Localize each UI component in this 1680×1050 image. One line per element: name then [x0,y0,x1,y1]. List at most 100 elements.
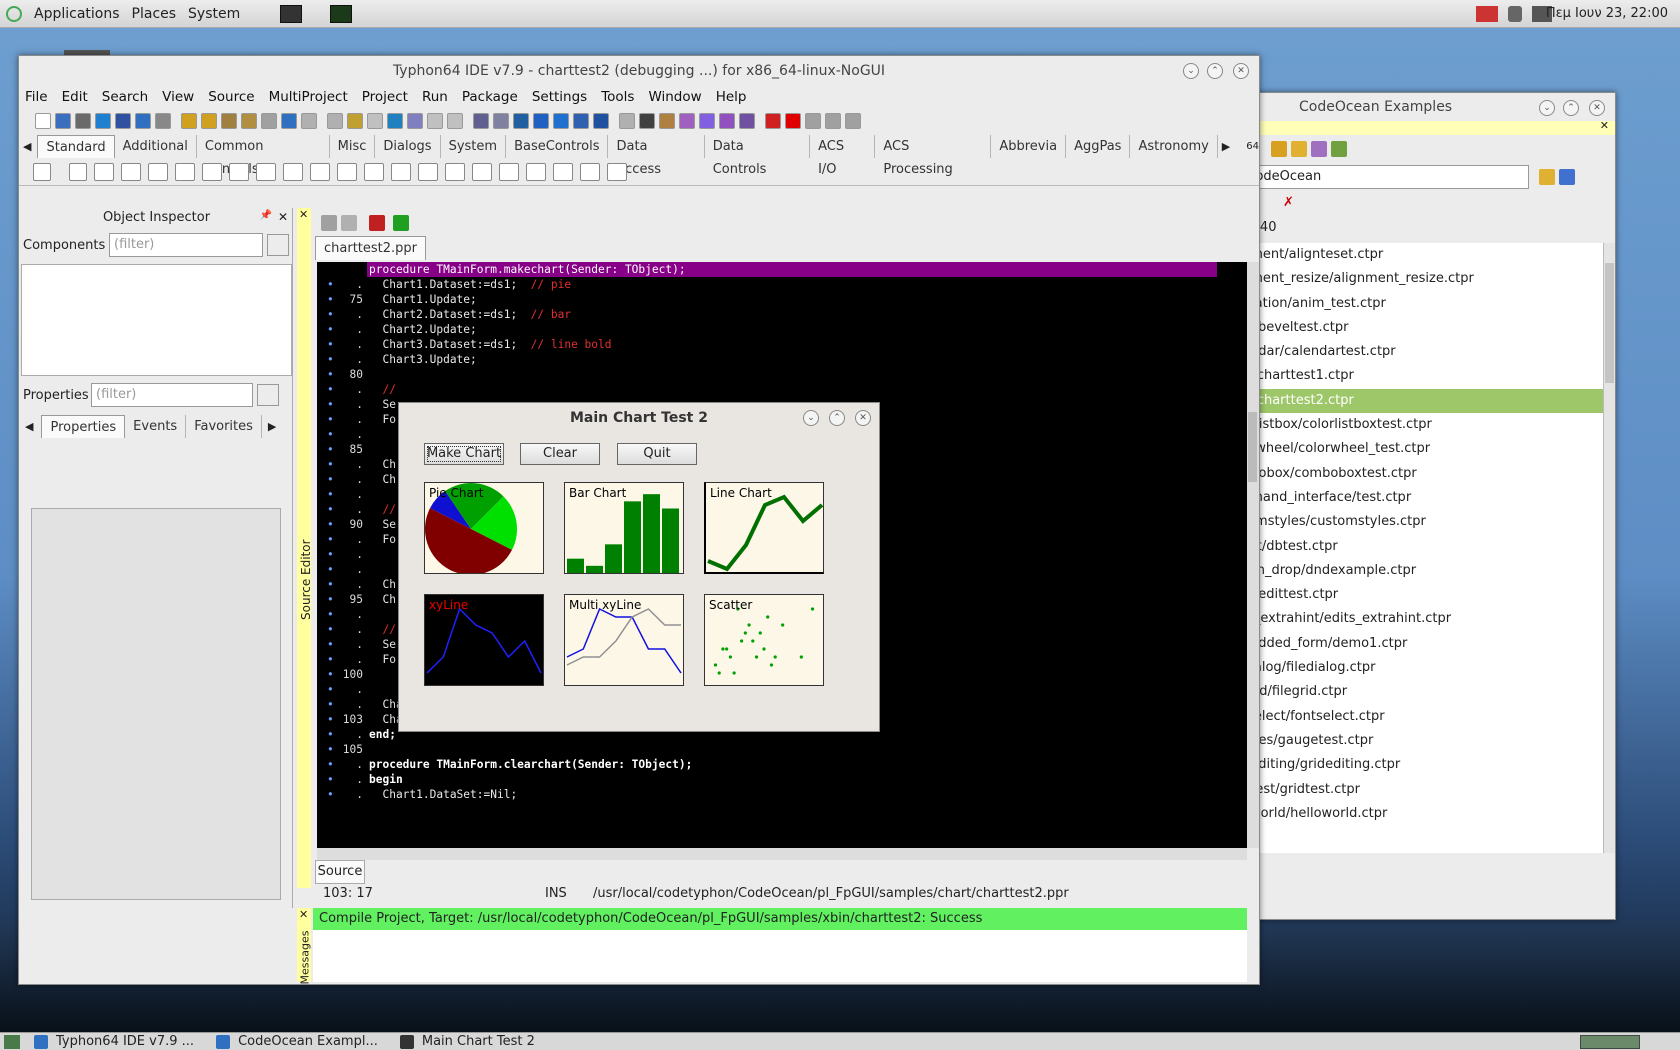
toolbar-icon[interactable] [619,113,635,129]
component-icon[interactable] [391,162,411,181]
pin-icon[interactable]: 📌 [260,210,272,221]
toolbar-icon[interactable] [739,113,755,129]
code-line[interactable]: • 80 [317,367,1207,382]
browse-folder-icon[interactable] [1539,169,1555,185]
distro-logo-icon[interactable] [6,5,22,22]
toolbar-icon[interactable] [407,113,423,129]
toolbar-icon[interactable] [805,113,821,129]
file-list-item[interactable]: dediting/gridediting.ctpr [1239,753,1603,777]
clear-filter-icon[interactable]: ✗ [1283,195,1294,210]
components-tree[interactable] [21,264,292,376]
menu-search[interactable]: Search [102,89,148,105]
toolbar-icon[interactable] [155,113,171,129]
menu-view[interactable]: View [162,89,194,105]
component-icon[interactable] [472,162,492,181]
file-list-item[interactable]: nmand_interface/test.ctpr [1239,486,1603,510]
code-line[interactable]: • . Chart2.Dataset:=ds1; // bar [317,307,1207,322]
breakpoint-dot-icon[interactable]: • [327,337,340,352]
component-icon[interactable] [310,162,330,181]
menu-package[interactable]: Package [462,89,518,105]
breakpoint-dot-icon[interactable]: • [327,457,340,472]
back-arrow-icon[interactable] [369,215,385,231]
breakpoint-dot-icon[interactable]: • [327,502,340,517]
component-icon[interactable] [148,162,168,181]
code-line[interactable]: procedure TMainForm.makechart(Sender: TO… [317,262,1217,277]
tab-common-controls[interactable]: Common Controls [197,134,330,177]
close-icon[interactable]: ✕ [278,210,288,224]
file-list-item[interactable]: est/dbtest.ctpr [1239,535,1603,559]
codeocean-path-field[interactable]: /CodeOcean [1237,165,1529,189]
breakpoint-dot-icon[interactable]: • [327,442,340,457]
file-list-item[interactable]: nment/alignteset.ctpr [1239,243,1603,267]
tab-dialogs[interactable]: Dialogs [375,134,441,158]
file-list-scrollbar[interactable] [1603,243,1615,853]
file-list-item[interactable]: tselect/fontselect.ctpr [1239,705,1603,729]
system-monitor-launcher-icon[interactable] [330,4,353,23]
right-arrow-icon[interactable]: ▶ [268,420,276,433]
component-icon[interactable] [94,162,114,181]
code-line[interactable]: • . procedure TMainForm.clearchart(Sender… [317,757,1207,772]
file-list-item[interactable]: nbobox/comboboxtest.ctpr [1239,462,1603,486]
component-icon[interactable] [607,162,627,181]
volume-icon[interactable] [1508,6,1522,22]
toolbar-icon[interactable] [785,113,801,129]
toolbar-icon[interactable] [473,113,489,129]
file-tab-charttest2[interactable]: charttest2.ppr [315,236,427,260]
breakpoint-dot-icon[interactable]: • [327,667,340,682]
dialog-titlebar[interactable]: Main Chart Test 2 ⌄ ⌃ ✕ [399,403,879,433]
breakpoint-dot-icon[interactable]: • [327,742,340,757]
toolbar-icon[interactable] [825,113,841,129]
minimize-button[interactable]: ⌄ [1539,100,1555,116]
task-chart-test[interactable]: Main Chart Test 2 [399,1034,535,1049]
terminal-launcher-icon[interactable] [280,4,303,23]
jump-icon[interactable] [321,215,337,231]
task-typhon-ide[interactable]: Typhon64 IDE v7.9 ... [34,1034,194,1049]
tab-aggpas[interactable]: AggPas [1066,134,1131,158]
tab-astronomy[interactable]: Astronomy [1130,134,1218,158]
menu-applications[interactable]: Applications [34,6,120,22]
palette-right-arrow-icon[interactable]: ▶ [1222,140,1230,153]
list-icon[interactable] [341,215,357,231]
tab-basecontrols[interactable]: BaseControls [506,134,609,158]
toolbar-icon[interactable] [115,113,131,129]
property-grid[interactable] [31,508,281,900]
make-chart-button[interactable]: Make Chart [424,443,504,465]
toolbar-icon[interactable] [765,113,781,129]
tab-acs-i-o[interactable]: ACS I/O [810,134,876,177]
view-icon[interactable] [1559,169,1575,185]
breakpoint-dot-icon[interactable]: • [327,637,340,652]
code-line[interactable]: • . Chart1.DataSet:=Nil; [317,787,1207,802]
toolbar-icon[interactable] [327,113,343,129]
menu-system[interactable]: System [188,6,240,22]
compile-success-message[interactable]: Compile Project, Target: /usr/local/code… [313,908,1247,930]
maximize-button[interactable]: ⌃ [1207,63,1223,79]
breakpoint-dot-icon[interactable]: • [327,787,340,802]
component-icon[interactable] [553,162,573,181]
component-icon[interactable] [229,162,249,181]
menu-help[interactable]: Help [716,89,747,105]
toolbar-icon[interactable] [593,113,609,129]
file-list-item[interactable]: oworld/helloworld.ctpr [1239,802,1603,826]
code-line[interactable]: • . Chart3.Dataset:=ds1; // line bold [317,337,1207,352]
tab-favorites[interactable]: Favorites [186,414,262,438]
source-bottom-tab[interactable]: Source [315,860,365,884]
menu-tools[interactable]: Tools [601,89,634,105]
ide-titlebar[interactable]: Typhon64 IDE v7.9 - charttest2 (debuggin… [19,56,1259,86]
component-icon[interactable] [364,162,384,181]
breakpoint-dot-icon[interactable]: • [327,757,340,772]
file-list-item[interactable]: el/beveltest.ctpr [1239,316,1603,340]
toolbar-icon[interactable] [699,113,715,129]
tab-misc[interactable]: Misc [330,134,376,158]
filter-icon[interactable] [267,234,289,256]
component-icon[interactable] [283,162,303,181]
toolbar-icon[interactable] [181,113,197,129]
file-list-item[interactable]: rt/charttest1.ctpr [1239,364,1603,388]
pointer-icon[interactable] [33,162,51,181]
code-line[interactable]: • . Chart2.Update; [317,322,1207,337]
breakpoint-dot-icon[interactable]: • [327,577,340,592]
codeocean-titlebar[interactable]: CodeOcean Examples ⌄ ⌃ ✕ [1239,93,1615,121]
task-codeocean[interactable]: CodeOcean Exampl... [216,1034,378,1049]
component-icon[interactable] [418,162,438,181]
component-icon[interactable] [175,162,195,181]
file-list-item[interactable]: grid/filegrid.ctpr [1239,680,1603,704]
